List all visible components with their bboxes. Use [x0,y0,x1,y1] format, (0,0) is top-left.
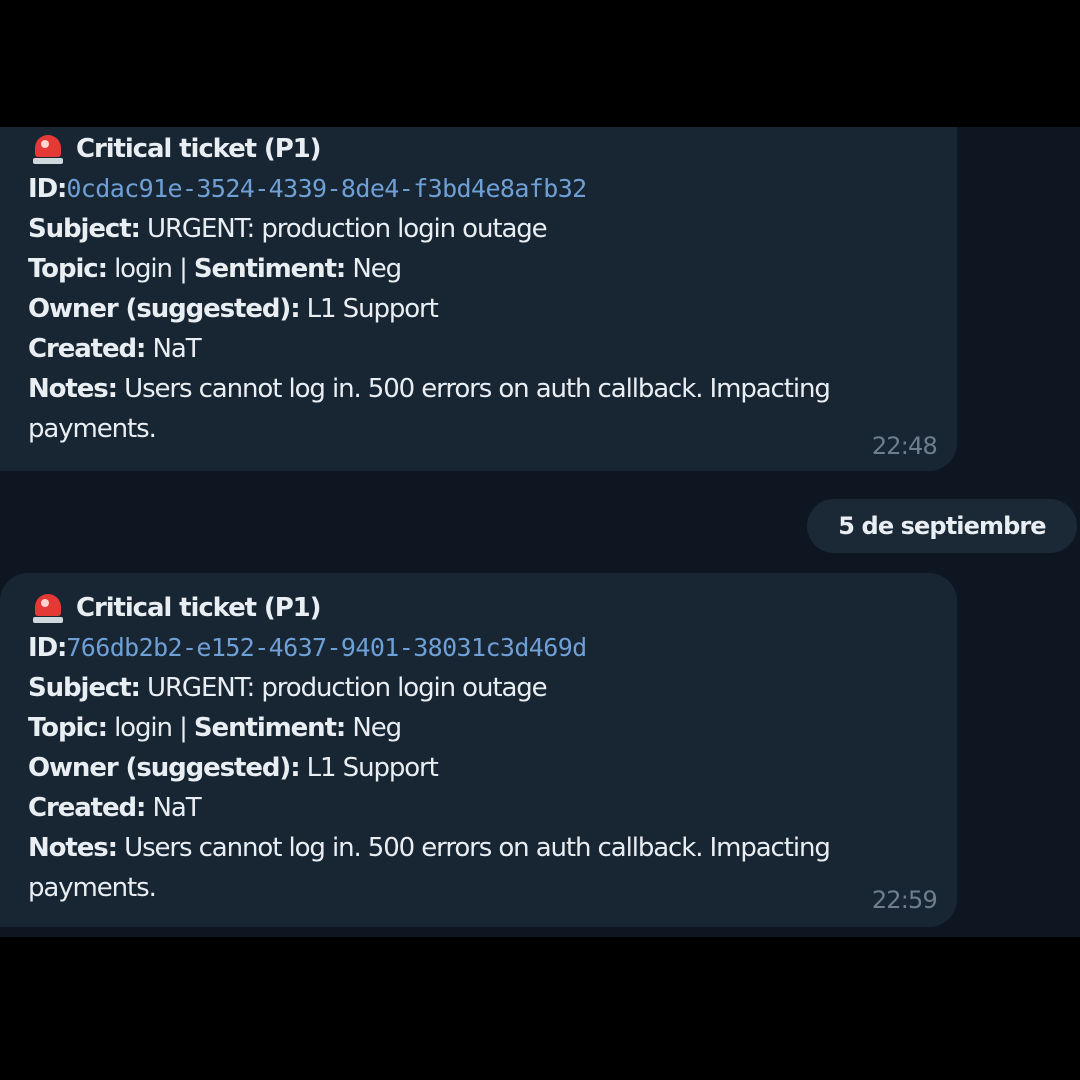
siren-icon [32,591,64,625]
created-row: Created: NaT [28,332,202,366]
owner-value: L1 Support [306,753,439,783]
subject-row: Subject: URGENT: production login outage [28,212,548,246]
message-timestamp: 22:48 [871,432,938,460]
created-value: NaT [152,334,202,364]
topic-label: Topic: [28,254,108,284]
notes-value: Users cannot log in. 500 errors on auth … [124,374,831,404]
message-title-row: Critical ticket (P1) [32,591,322,625]
subject-value: URGENT: production login outage [147,214,548,244]
sentiment-label: Sentiment: [193,254,346,284]
sentiment-value: Neg [352,713,402,743]
notes-continuation: payments. [28,873,157,903]
message-title-row: Critical ticket (P1) [32,132,322,166]
sentiment-value: Neg [352,254,402,284]
owner-row: Owner (suggested): L1 Support [28,292,439,326]
owner-value: L1 Support [306,294,439,324]
notes-row: Notes: Users cannot log in. 500 errors o… [28,372,831,406]
subject-label: Subject: [28,673,141,703]
siren-icon [32,132,64,166]
message-bubble[interactable]: Critical ticket (P1) ID:766db2b2-e152-46… [0,573,957,927]
topic-value: login [114,254,173,284]
field-separator: | [179,254,188,284]
message-title: Critical ticket (P1) [76,593,322,623]
message-timestamp: 22:59 [871,886,938,914]
notes-label: Notes: [28,374,118,404]
field-separator: | [179,713,188,743]
subject-label: Subject: [28,214,141,244]
subject-row: Subject: URGENT: production login outage [28,671,548,705]
created-row: Created: NaT [28,791,202,825]
message-title: Critical ticket (P1) [76,134,322,164]
date-separator: 5 de septiembre [807,499,1077,553]
owner-label: Owner (suggested): [28,294,301,324]
created-label: Created: [28,334,146,364]
ticket-id-row: ID:766db2b2-e152-4637-9401-38031c3d469d [28,631,587,665]
owner-label: Owner (suggested): [28,753,301,783]
created-label: Created: [28,793,146,823]
notes-value: Users cannot log in. 500 errors on auth … [124,833,831,863]
id-label: ID: [28,633,67,663]
notes-label: Notes: [28,833,118,863]
topic-row: Topic: login | Sentiment: Neg [28,711,402,745]
ticket-id-link[interactable]: 0cdac91e-3524-4339-8de4-f3bd4e8afb32 [66,174,587,203]
topic-row: Topic: login | Sentiment: Neg [28,252,402,286]
created-value: NaT [152,793,202,823]
owner-row: Owner (suggested): L1 Support [28,751,439,785]
chat-history[interactable]: Critical ticket (P1) ID:0cdac91e-3524-43… [0,127,1080,937]
topic-label: Topic: [28,713,108,743]
ticket-id-link[interactable]: 766db2b2-e152-4637-9401-38031c3d469d [66,633,587,662]
notes-row: Notes: Users cannot log in. 500 errors o… [28,831,831,865]
id-label: ID: [28,174,67,204]
topic-value: login [114,713,173,743]
subject-value: URGENT: production login outage [147,673,548,703]
notes-continuation: payments. [28,414,157,444]
ticket-id-row: ID:0cdac91e-3524-4339-8de4-f3bd4e8afb32 [28,172,587,206]
message-bubble[interactable]: Critical ticket (P1) ID:0cdac91e-3524-43… [0,127,957,471]
sentiment-label: Sentiment: [193,713,346,743]
